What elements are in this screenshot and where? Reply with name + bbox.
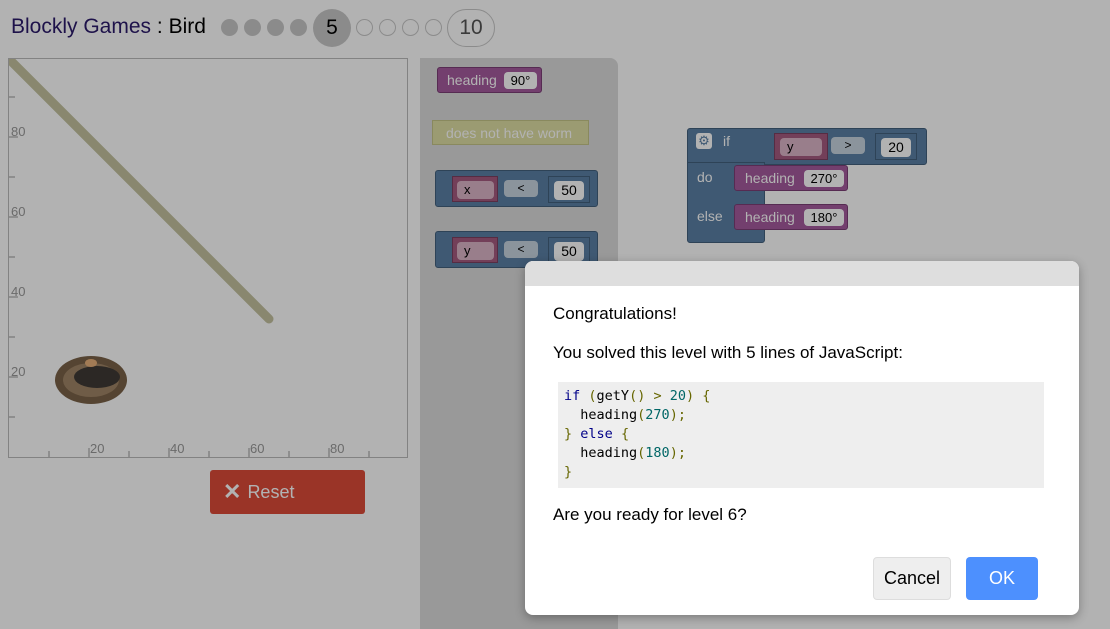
dialog-title-bar[interactable] (525, 261, 1079, 286)
dialog-question: Are you ready for level 6? (553, 505, 747, 524)
cancel-button[interactable]: Cancel (873, 557, 951, 600)
congratulations-dialog: Congratulations! You solved this level w… (525, 261, 1079, 615)
code-block: if (getY() > 20) { heading(270); } else … (558, 382, 1044, 488)
dialog-title: Congratulations! (553, 304, 677, 323)
dialog-message: You solved this level with 5 lines of Ja… (553, 343, 903, 362)
ok-button[interactable]: OK (966, 557, 1038, 600)
